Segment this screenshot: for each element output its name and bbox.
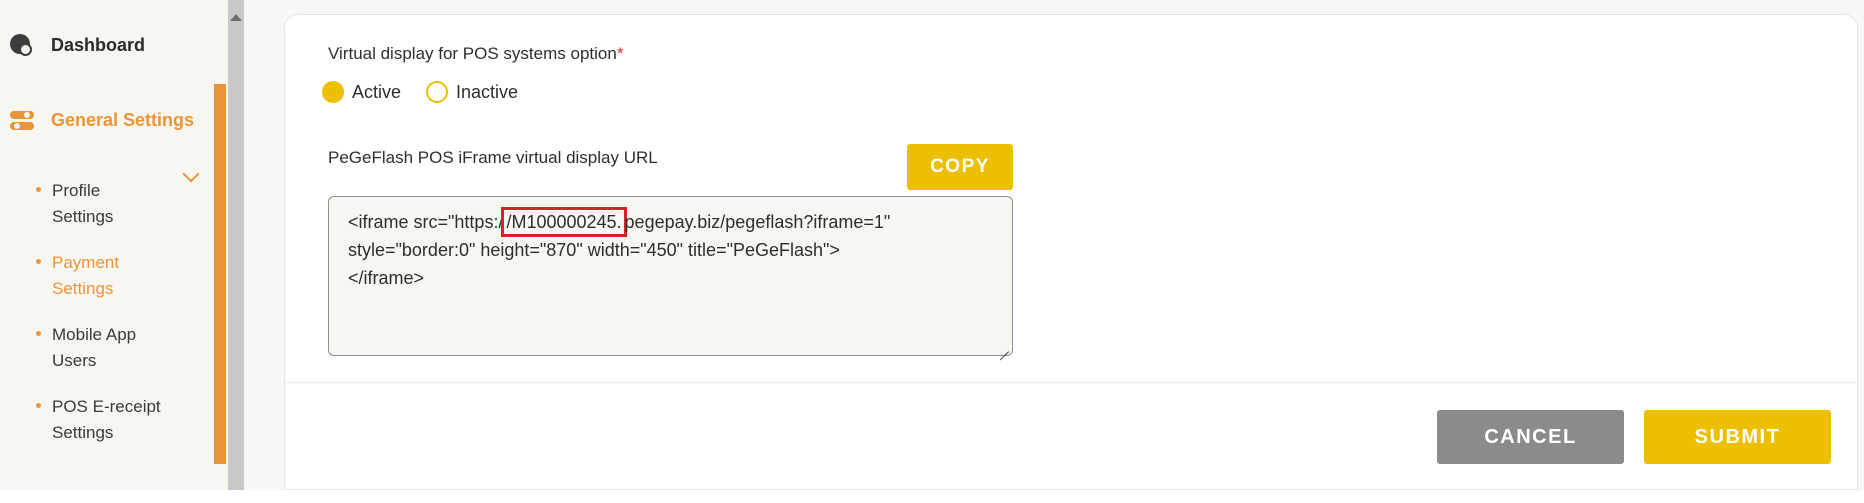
subitem-label-line2: Settings: [52, 279, 114, 298]
dashboard-icon: [10, 34, 32, 56]
copy-button[interactable]: COPY: [907, 144, 1013, 190]
iframe-code-line-2: style="border:0" height="870" width="450…: [348, 240, 840, 260]
virtual-display-option-label: Virtual display for POS systems option*: [328, 44, 623, 64]
radio-selected-icon[interactable]: [322, 81, 344, 103]
chevron-down-icon[interactable]: [182, 165, 200, 183]
iframe-code-line-3: </iframe>: [348, 268, 425, 288]
radio-active-label: Active: [352, 81, 402, 102]
subitem-label-line2: Settings: [52, 207, 114, 226]
submit-button[interactable]: SUBMIT: [1644, 410, 1831, 464]
divider: [285, 382, 1857, 383]
sidebar-subitem-payment-settings[interactable]: Payment Settings: [36, 250, 182, 302]
sidebar-active-indicator: [214, 84, 226, 464]
iframe-code-prefix: <iframe src="https:/: [348, 212, 504, 232]
option-label-text: Virtual display for POS systems option: [328, 44, 617, 63]
sidebar-scrollbar[interactable]: [228, 0, 244, 490]
radio-inactive[interactable]: Inactive: [426, 81, 518, 103]
required-asterisk: *: [616, 44, 624, 63]
toggle-icon: [10, 110, 34, 131]
sidebar-subitem-pos-ereceipt-settings[interactable]: POS E-receipt Settings: [36, 394, 182, 446]
subitem-label-line2: Users: [52, 351, 97, 370]
radio-active[interactable]: Active: [322, 81, 401, 103]
sidebar-item-label: General Settings: [51, 110, 195, 130]
subitem-label-line2: Settings: [52, 423, 114, 442]
radio-inactive-label: Inactive: [456, 81, 519, 102]
scroll-up-arrow-icon[interactable]: [230, 14, 242, 21]
sidebar-item-general-settings[interactable]: General Settings: [10, 110, 194, 131]
iframe-url-label: PeGeFlash POS iFrame virtual display URL: [328, 148, 658, 167]
sidebar-subitem-profile-settings[interactable]: Profile Settings: [36, 178, 182, 230]
cancel-button[interactable]: CANCEL: [1437, 410, 1624, 464]
subitem-label-line1: Profile: [52, 181, 101, 200]
bullet-icon: [36, 187, 41, 192]
merchant-id-highlight: /M100000245.: [501, 207, 627, 237]
subitem-label-line1: POS E-receipt: [52, 397, 161, 416]
bottom-strip: [0, 490, 1864, 503]
resize-handle-icon[interactable]: [999, 342, 1009, 352]
sidebar-subitem-mobile-app-users[interactable]: Mobile App Users: [36, 322, 182, 374]
subitem-label-line1: Mobile App: [52, 325, 137, 344]
iframe-code-textarea[interactable]: <iframe src="https://M100000245. pegepay.…: [328, 196, 1013, 356]
subitem-label-line1: Payment: [52, 253, 120, 272]
sidebar: Dashboard General Settings Profile Setti…: [0, 0, 228, 490]
sidebar-item-label: Dashboard: [51, 34, 146, 55]
bullet-icon: [36, 331, 41, 336]
radio-unselected-icon[interactable]: [426, 81, 448, 103]
sidebar-item-dashboard[interactable]: Dashboard: [10, 34, 145, 56]
iframe-code-line-1: <iframe src="https://M100000245. pegepay.…: [348, 207, 993, 237]
bullet-icon: [36, 259, 41, 264]
iframe-code-suffix: pegepay.biz/pegeflash?iframe=1": [624, 212, 891, 232]
bullet-icon: [36, 403, 41, 408]
